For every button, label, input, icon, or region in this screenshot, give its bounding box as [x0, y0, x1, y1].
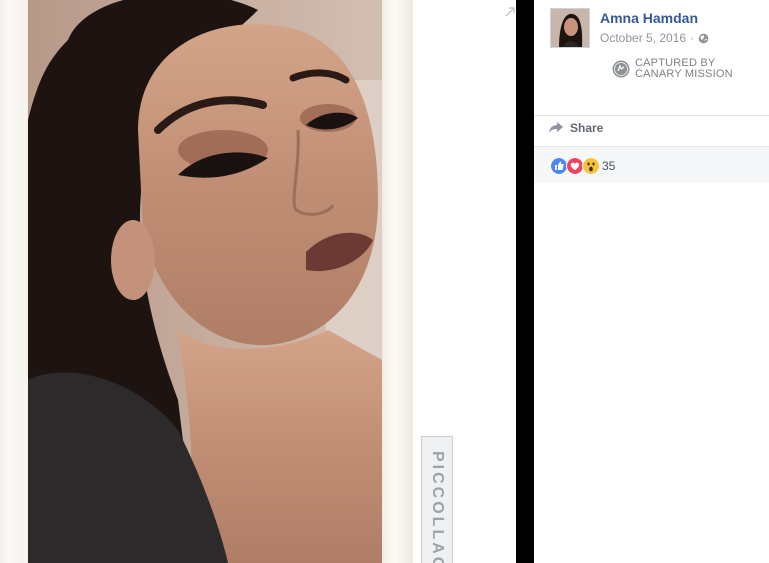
- divider: [534, 115, 769, 116]
- post-details-panel: Amna Hamdan October 5, 2016 · CAPTURED B…: [534, 0, 769, 563]
- reactions-bar: 35: [534, 147, 769, 183]
- post-photo[interactable]: [28, 0, 382, 563]
- globe-icon[interactable]: [698, 33, 709, 44]
- expand-icon[interactable]: [503, 5, 516, 19]
- piccollage-text: PICCOLLAGE: [429, 451, 446, 563]
- share-arrow-icon: [549, 122, 563, 133]
- photo-viewer: PICCOLLAGE: [0, 0, 516, 563]
- watermark-line-2: CANARY MISSION: [635, 68, 733, 80]
- captured-by-watermark: CAPTURED BY CANARY MISSION: [612, 58, 733, 80]
- avatar-image: [551, 9, 589, 47]
- photo-illustration: [28, 0, 382, 563]
- post-meta: October 5, 2016 ·: [600, 31, 709, 45]
- viewer-divider-bar: [516, 0, 534, 563]
- wow-reaction-icon: [582, 157, 600, 175]
- share-button[interactable]: Share: [548, 121, 603, 135]
- meta-separator: ·: [690, 31, 695, 45]
- watermark-text: CAPTURED BY CANARY MISSION: [635, 58, 733, 80]
- collage-frame-edge: [382, 0, 413, 563]
- reaction-count[interactable]: 35: [602, 159, 615, 173]
- share-label: Share: [570, 121, 604, 135]
- author-name-link[interactable]: Amna Hamdan: [600, 10, 698, 26]
- author-avatar[interactable]: [550, 8, 590, 48]
- canary-mission-seal-icon: [612, 60, 630, 78]
- piccollage-watermark: PICCOLLAGE: [421, 436, 453, 563]
- post-date[interactable]: October 5, 2016: [600, 31, 686, 45]
- reaction-icons[interactable]: [550, 157, 600, 175]
